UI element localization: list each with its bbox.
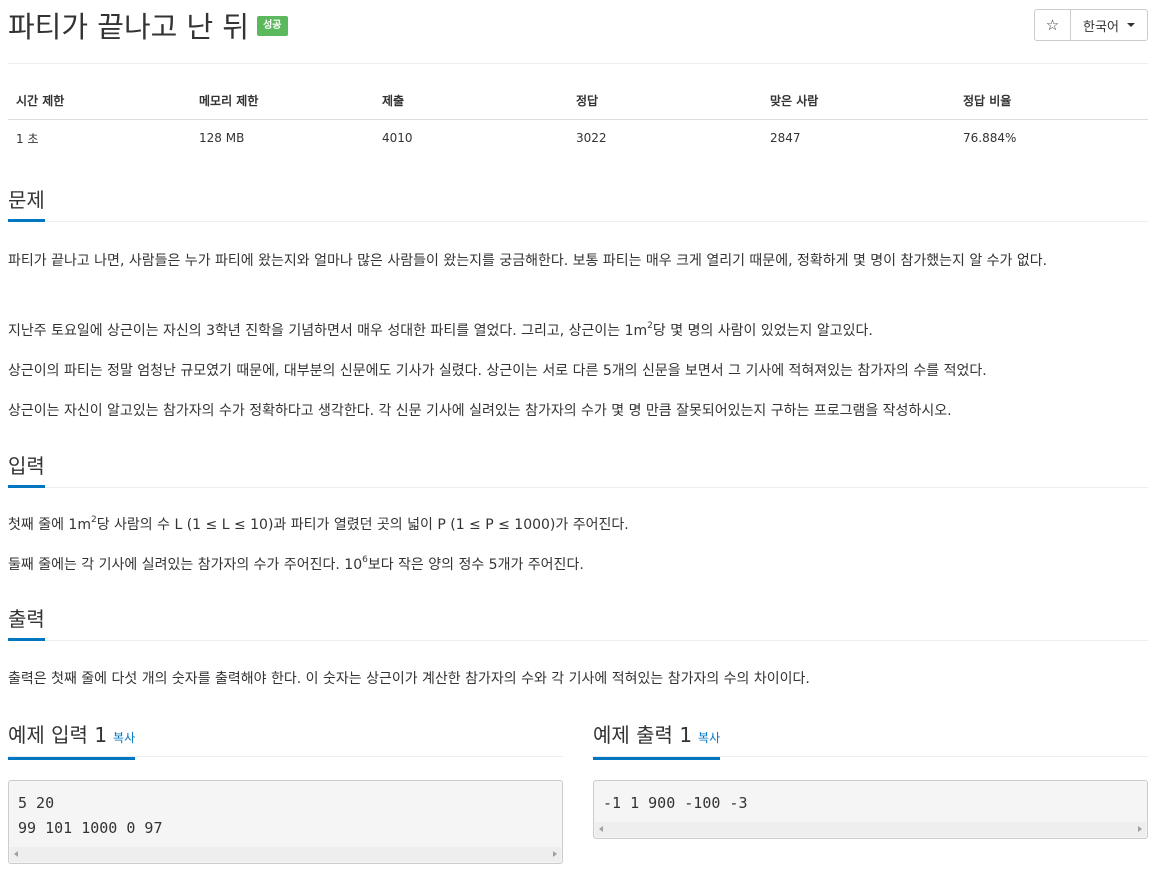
input-paragraph-2: 둘째 줄에는 각 기사에 실려있는 참가자의 수가 주어진다. 106보다 작은… — [8, 551, 1138, 580]
info-value-submissions: 4010 — [382, 131, 413, 145]
info-value-ratio: 76.884% — [963, 131, 1017, 145]
caret-down-icon — [1126, 23, 1135, 27]
sample-output-code: -1 1 900 -100 -3 — [603, 794, 748, 812]
input-paragraph-2-text: 둘째 줄에는 각 기사에 실려있는 참가자의 수가 주어진다. 10 — [8, 557, 363, 573]
sample-input-title: 예제 입력 1 복사 — [8, 720, 136, 760]
output-section-title: 출력 — [8, 604, 45, 641]
sample-input-code: 5 20 99 101 1000 0 97 — [18, 794, 163, 837]
scroll-left-icon[interactable] — [14, 851, 18, 857]
sample-output-codebox[interactable]: -1 1 900 -100 -3 — [593, 780, 1148, 839]
problem-paragraph-2: 지난주 토요일에 상근이는 자신의 3학년 진학을 기념하면서 매우 성대한 파… — [8, 317, 1138, 346]
input-paragraph-1: 첫째 줄에 1m2당 사람의 수 L (1 ≤ L ≤ 10)과 파티가 열렸던… — [8, 511, 1138, 540]
info-header-time-limit: 시간 제한 — [8, 82, 191, 120]
favorite-button[interactable]: ☆ — [1034, 9, 1071, 41]
sample-input-panel: 예제 입력 1 복사 — [8, 720, 563, 760]
problem-section-title: 문제 — [8, 185, 45, 222]
problem-section-header: 문제 — [8, 185, 1148, 222]
sample-output-header: 예제 출력 1 복사 — [593, 720, 1148, 760]
sample-output-title: 예제 출력 1 복사 — [593, 720, 721, 760]
problem-paragraph-2-text: 지난주 토요일에 상근이는 자신의 3학년 진학을 기념하면서 매우 성대한 파… — [8, 323, 648, 339]
problem-paragraph-1: 파티가 끝나고 나면, 사람들은 누가 파티에 왔는지와 얼마나 많은 사람들이… — [8, 253, 1048, 269]
output-section-header: 출력 — [8, 604, 1148, 641]
info-header-ratio: 정답 비율 — [955, 82, 1148, 120]
scroll-right-icon[interactable] — [1138, 826, 1142, 832]
input-paragraph-2-text-end: 보다 작은 양의 정수 5개가 주어진다. — [367, 557, 584, 573]
scroll-right-icon[interactable] — [553, 851, 557, 857]
scroll-left-icon[interactable] — [599, 826, 603, 832]
copy-sample-output-link[interactable]: 복사 — [698, 731, 720, 745]
info-value-solved-users: 2847 — [770, 131, 801, 145]
language-label: 한국어 — [1083, 19, 1119, 35]
info-header-solved-users: 맞은 사람 — [762, 82, 955, 120]
problem-page: 파티가 끝나고 난 뒤 성공 ☆ 한국어 시간 제한 메모리 제한 제출 정답 맞… — [8, 0, 1148, 864]
input-section-header: 입력 — [8, 451, 1148, 488]
info-header-row: 시간 제한 메모리 제한 제출 정답 맞은 사람 정답 비율 — [8, 82, 1148, 120]
problem-title: 파티가 끝나고 난 뒤 — [8, 10, 250, 44]
sample-output-scrollbar[interactable] — [595, 822, 1146, 837]
info-value-row: 1 초 128 MB 4010 3022 2847 76.884% — [8, 120, 1148, 157]
copy-sample-input-link[interactable]: 복사 — [113, 731, 135, 745]
info-value-accepted: 3022 — [576, 131, 607, 145]
info-value-time-limit: 1 초 — [16, 131, 39, 146]
header-button-group: ☆ 한국어 — [1034, 9, 1148, 41]
sample-input-codebox[interactable]: 5 20 99 101 1000 0 97 — [8, 780, 563, 864]
sample-output-title-text: 예제 출력 1 — [593, 723, 693, 747]
input-paragraph-1-text-end: 당 사람의 수 L (1 ≤ L ≤ 10)과 파티가 열렸던 곳의 넓이 P … — [96, 517, 629, 533]
sample-input-scrollbar[interactable] — [10, 847, 561, 862]
problem-paragraph-4: 상근이는 자신이 알고있는 참가자의 수가 정확하다고 생각한다. 각 신문 기… — [8, 403, 952, 419]
star-icon: ☆ — [1045, 16, 1060, 34]
problem-paragraph-3: 상근이의 파티는 정말 엄청난 규모였기 때문에, 대부분의 신문에도 기사가 … — [8, 363, 987, 379]
problem-header: 파티가 끝나고 난 뒤 성공 ☆ 한국어 — [8, 0, 1148, 64]
input-paragraph-1-text: 첫째 줄에 1m — [8, 517, 91, 533]
info-header-submissions: 제출 — [374, 82, 568, 120]
sample-output-panel: 예제 출력 1 복사 — [593, 720, 1148, 760]
output-paragraph-1: 출력은 첫째 줄에 다섯 개의 숫자를 출력해야 한다. 이 숫자는 상근이가 … — [8, 671, 810, 687]
status-badge: 성공 — [257, 16, 288, 36]
page-title: 파티가 끝나고 난 뒤 성공 — [8, 9, 288, 45]
info-header-accepted: 정답 — [568, 82, 762, 120]
sample-input-title-text: 예제 입력 1 — [8, 723, 108, 747]
problem-paragraph-2-text-end: 당 몇 명의 사람이 있었는지 알고있다. — [652, 323, 873, 339]
info-header-memory-limit: 메모리 제한 — [191, 82, 374, 120]
problem-info-table: 시간 제한 메모리 제한 제출 정답 맞은 사람 정답 비율 1 초 128 M… — [8, 82, 1148, 156]
language-dropdown[interactable]: 한국어 — [1071, 9, 1148, 41]
sample-input-header: 예제 입력 1 복사 — [8, 720, 563, 760]
input-section-title: 입력 — [8, 451, 45, 488]
info-value-memory-limit: 128 MB — [199, 131, 245, 145]
